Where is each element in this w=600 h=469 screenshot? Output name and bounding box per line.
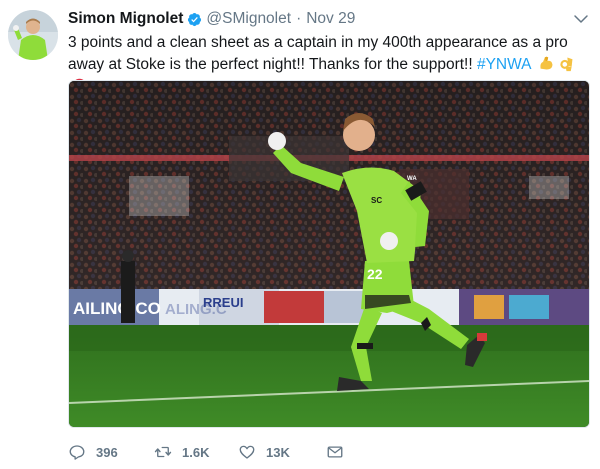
avatar[interactable] xyxy=(8,10,58,60)
retweet-icon xyxy=(154,446,172,458)
separator-dot: · xyxy=(296,10,302,27)
flexed-biceps-emoji-icon xyxy=(540,56,553,70)
like-count: 13K xyxy=(266,444,290,460)
like-button[interactable]: 13K xyxy=(238,441,326,463)
verified-badge-icon xyxy=(188,12,202,26)
ok-hand-emoji-icon xyxy=(560,57,573,72)
author-handle[interactable]: @SMignolet xyxy=(206,10,291,28)
hashtag-link[interactable]: #YNWA xyxy=(477,56,531,73)
armband-text: WA xyxy=(407,176,417,182)
tweet: Simon Mignolet @SMignolet · Nov 29 3 poi… xyxy=(0,0,600,469)
tweet-header: Simon Mignolet @SMignolet · Nov 29 xyxy=(68,9,355,29)
retweet-count: 1.6K xyxy=(182,444,210,460)
kit-sponsor-text: SC xyxy=(371,196,382,205)
direct-message-button[interactable] xyxy=(326,441,344,463)
ad-board-text-left: AILING.CO xyxy=(73,299,161,318)
tweet-date[interactable]: Nov 29 xyxy=(306,10,355,28)
retweet-button[interactable]: 1.6K xyxy=(154,441,238,463)
ad-board-text-ghost: ALING.C xyxy=(165,301,227,318)
reply-button[interactable]: 396 xyxy=(68,441,154,463)
author-name[interactable]: Simon Mignolet xyxy=(68,10,183,28)
chevron-down-icon[interactable] xyxy=(572,10,590,28)
reply-icon xyxy=(69,445,85,460)
tweet-photo[interactable]: AILING.CO RREUI ALING.C 22 SC WA xyxy=(68,80,590,428)
jersey-number: 22 xyxy=(367,266,383,282)
envelope-icon xyxy=(327,446,343,458)
avatar-image xyxy=(8,10,58,60)
tweet-actions: 396 1.6K 13K xyxy=(68,441,344,463)
heart-icon xyxy=(239,445,255,459)
photo-image: AILING.CO RREUI ALING.C 22 SC WA xyxy=(69,81,589,427)
reply-count: 396 xyxy=(96,444,118,460)
